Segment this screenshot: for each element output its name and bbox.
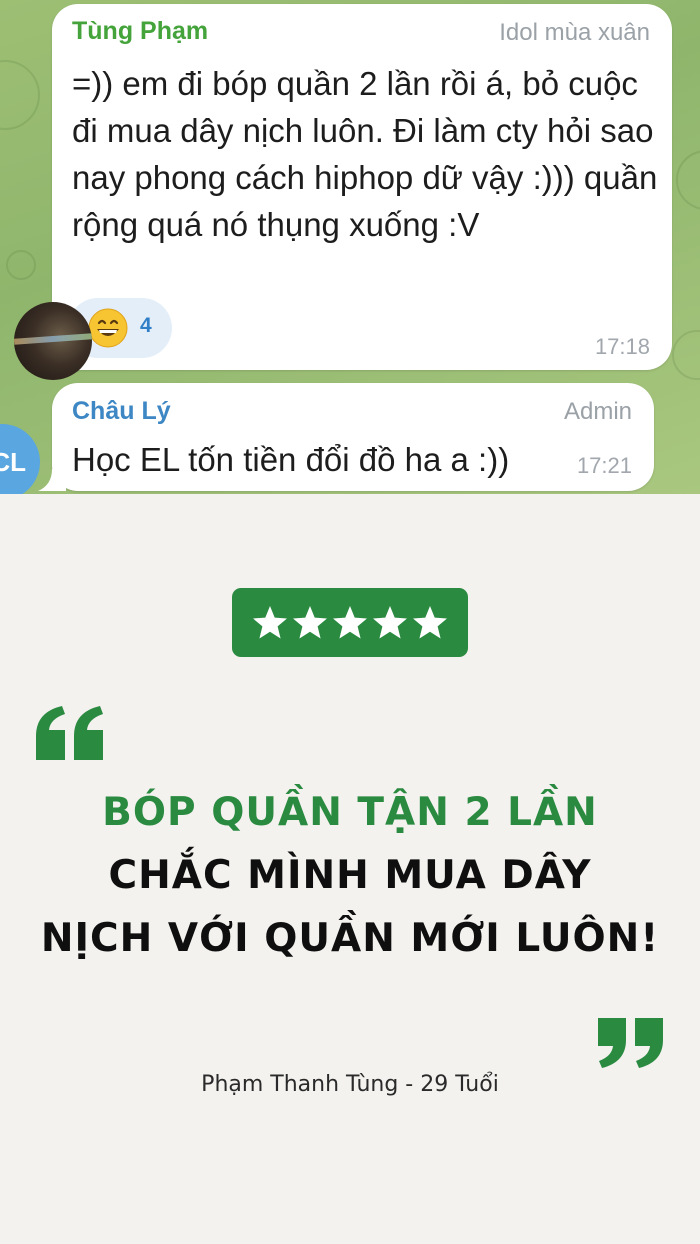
sender-name[interactable]: Châu Lý — [72, 397, 171, 426]
message-time: 17:18 — [594, 334, 650, 359]
sender-name[interactable]: Tùng Phạm — [72, 17, 208, 46]
avatar[interactable]: CL — [0, 424, 40, 494]
close-quote-icon — [598, 1018, 663, 1068]
background-doodle — [672, 330, 700, 380]
chat-screenshot: Tùng Phạm Idol mùa xuân =)) em đi bóp qu… — [0, 0, 700, 494]
message-bubble[interactable]: Châu Lý Admin Học EL tốn tiền đổi đồ ha … — [38, 383, 654, 491]
background-doodle — [6, 250, 36, 280]
testimonial-author: Phạm Thanh Tùng - 29 Tuổi — [201, 1072, 499, 1097]
reaction-count: 4 — [140, 314, 152, 337]
headline-line: CHẮC MÌNH MUA DÂY — [108, 853, 592, 898]
message-text: Học EL tốn tiền đổi đồ ha a :)) — [72, 441, 510, 478]
grinning-face-icon — [88, 308, 128, 348]
headline-line: NỊCH VỚI QUẦN MỚI LUÔN! — [40, 916, 660, 961]
background-doodle — [0, 60, 40, 130]
background-doodle — [676, 150, 700, 210]
member-tag: Idol mùa xuân — [499, 19, 650, 46]
headline-line: BÓP QUẦN TẬN 2 LẦN — [102, 790, 598, 835]
open-quote-icon — [36, 706, 103, 760]
message-bubble[interactable]: Tùng Phạm Idol mùa xuân =)) em đi bóp qu… — [14, 4, 672, 380]
admin-tag: Admin — [563, 398, 632, 425]
rating-badge — [232, 588, 468, 657]
message-time: 17:21 — [576, 453, 632, 478]
message-text: =)) em đi bóp quần 2 lần rồi á, bỏ cuộc … — [72, 65, 658, 243]
bubble-tail — [38, 469, 66, 491]
avatar[interactable] — [14, 302, 92, 380]
avatar-initials: CL — [0, 447, 26, 477]
five-star-rating-icon — [253, 606, 447, 639]
